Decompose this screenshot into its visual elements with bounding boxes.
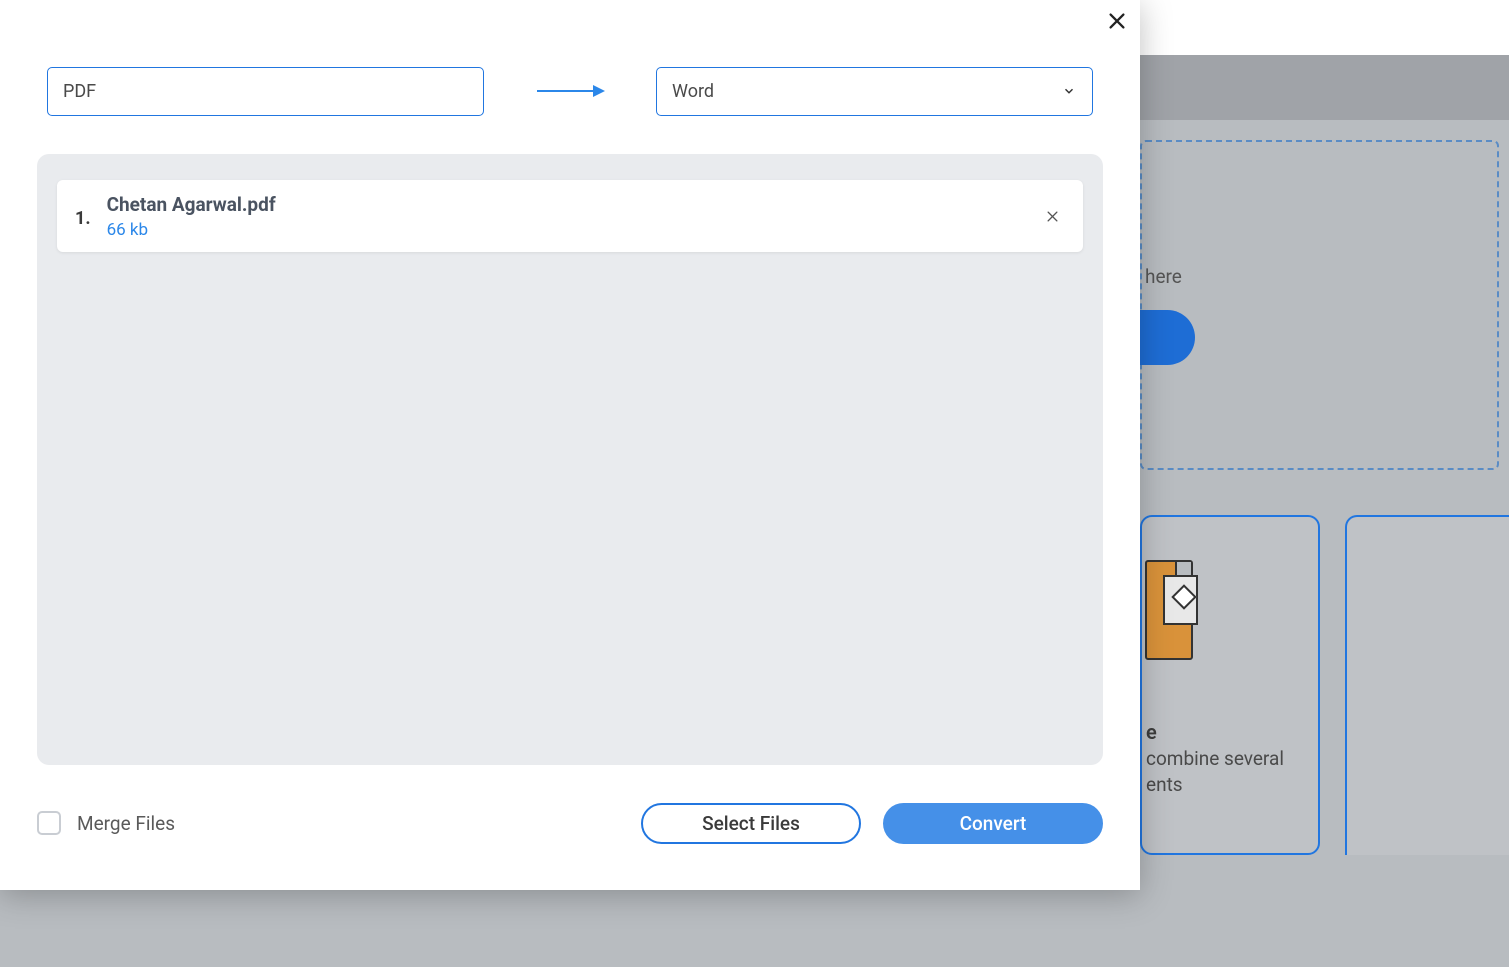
merge-files-checkbox[interactable]: Merge Files (37, 811, 175, 835)
convert-modal: PDF Word 1. Chetan Agarwal.pdf 66 kb (0, 0, 1140, 890)
file-item: 1. Chetan Agarwal.pdf 66 kb (57, 180, 1083, 252)
file-list-area: 1. Chetan Agarwal.pdf 66 kb (37, 154, 1103, 765)
bg-feature-card-2 (1345, 515, 1509, 855)
convert-label: Convert (960, 812, 1027, 835)
bg-card-title-partial: e (1146, 720, 1157, 744)
merge-files-label: Merge Files (77, 812, 175, 835)
chevron-down-icon (1062, 84, 1076, 98)
bg-dropzone (1140, 140, 1499, 470)
bg-merge-icon (1145, 560, 1195, 665)
target-format-label: Word (672, 81, 714, 102)
format-selector-row: PDF Word (47, 66, 1093, 116)
remove-file-button[interactable] (1039, 203, 1065, 229)
file-size: 66 kb (107, 220, 1039, 240)
checkbox-box (37, 811, 61, 835)
bg-card-desc-partial-1: combine several (1146, 747, 1284, 770)
target-format-dropdown[interactable]: Word (656, 67, 1093, 116)
close-button[interactable] (1102, 6, 1132, 36)
select-files-label: Select Files (702, 812, 800, 835)
select-files-button[interactable]: Select Files (641, 803, 861, 844)
close-icon (1045, 209, 1060, 224)
file-details: Chetan Agarwal.pdf 66 kb (107, 193, 1039, 240)
bg-dropzone-text: here (1145, 265, 1182, 288)
arrow-right-icon (535, 83, 605, 99)
file-index: 1. (75, 208, 91, 229)
bg-card-desc-partial-2: ents (1146, 773, 1183, 796)
source-format-label: PDF (63, 81, 96, 102)
file-name: Chetan Agarwal.pdf (107, 193, 1039, 216)
close-icon (1106, 10, 1128, 32)
convert-button[interactable]: Convert (883, 803, 1103, 844)
source-format-field[interactable]: PDF (47, 67, 484, 116)
bg-upload-button-partial (1140, 310, 1195, 365)
modal-footer: Merge Files Select Files Convert (37, 801, 1103, 845)
arrow-container (484, 83, 656, 99)
